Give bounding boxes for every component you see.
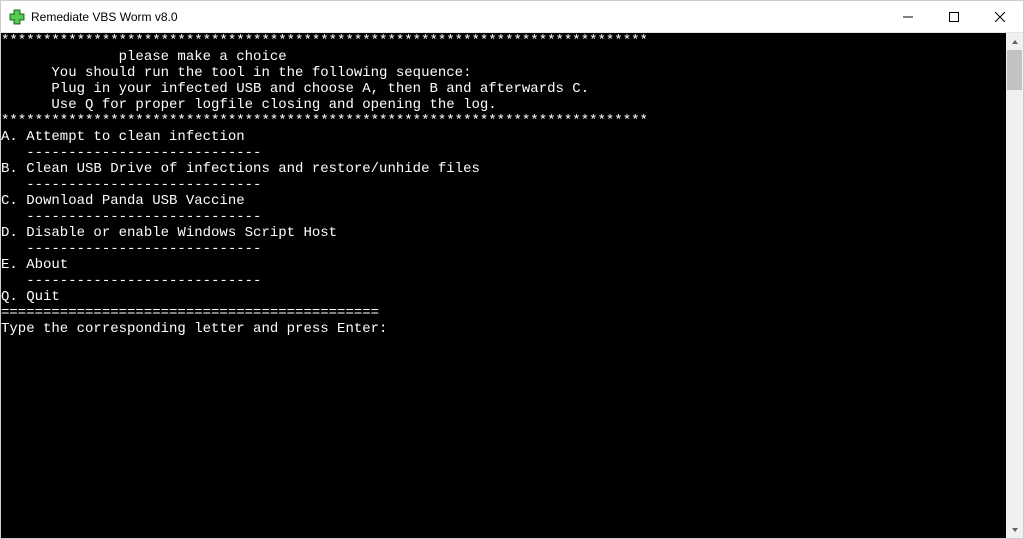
app-plus-icon	[9, 9, 25, 25]
chevron-up-icon	[1011, 38, 1019, 46]
close-button[interactable]	[977, 1, 1023, 32]
application-window: Remediate VBS Worm v8.0 ****************…	[0, 0, 1024, 539]
minimize-icon	[903, 12, 913, 22]
client-area: ****************************************…	[1, 33, 1023, 538]
window-title: Remediate VBS Worm v8.0	[31, 10, 885, 24]
titlebar[interactable]: Remediate VBS Worm v8.0	[1, 1, 1023, 33]
maximize-icon	[949, 12, 959, 22]
scroll-down-button[interactable]	[1006, 521, 1023, 538]
maximize-button[interactable]	[931, 1, 977, 32]
scroll-up-button[interactable]	[1006, 33, 1023, 50]
vertical-scrollbar[interactable]	[1006, 33, 1023, 538]
minimize-button[interactable]	[885, 1, 931, 32]
console-output[interactable]: ****************************************…	[1, 33, 1006, 538]
chevron-down-icon	[1011, 526, 1019, 534]
close-icon	[995, 12, 1005, 22]
window-controls	[885, 1, 1023, 32]
scrollbar-thumb[interactable]	[1007, 50, 1022, 90]
